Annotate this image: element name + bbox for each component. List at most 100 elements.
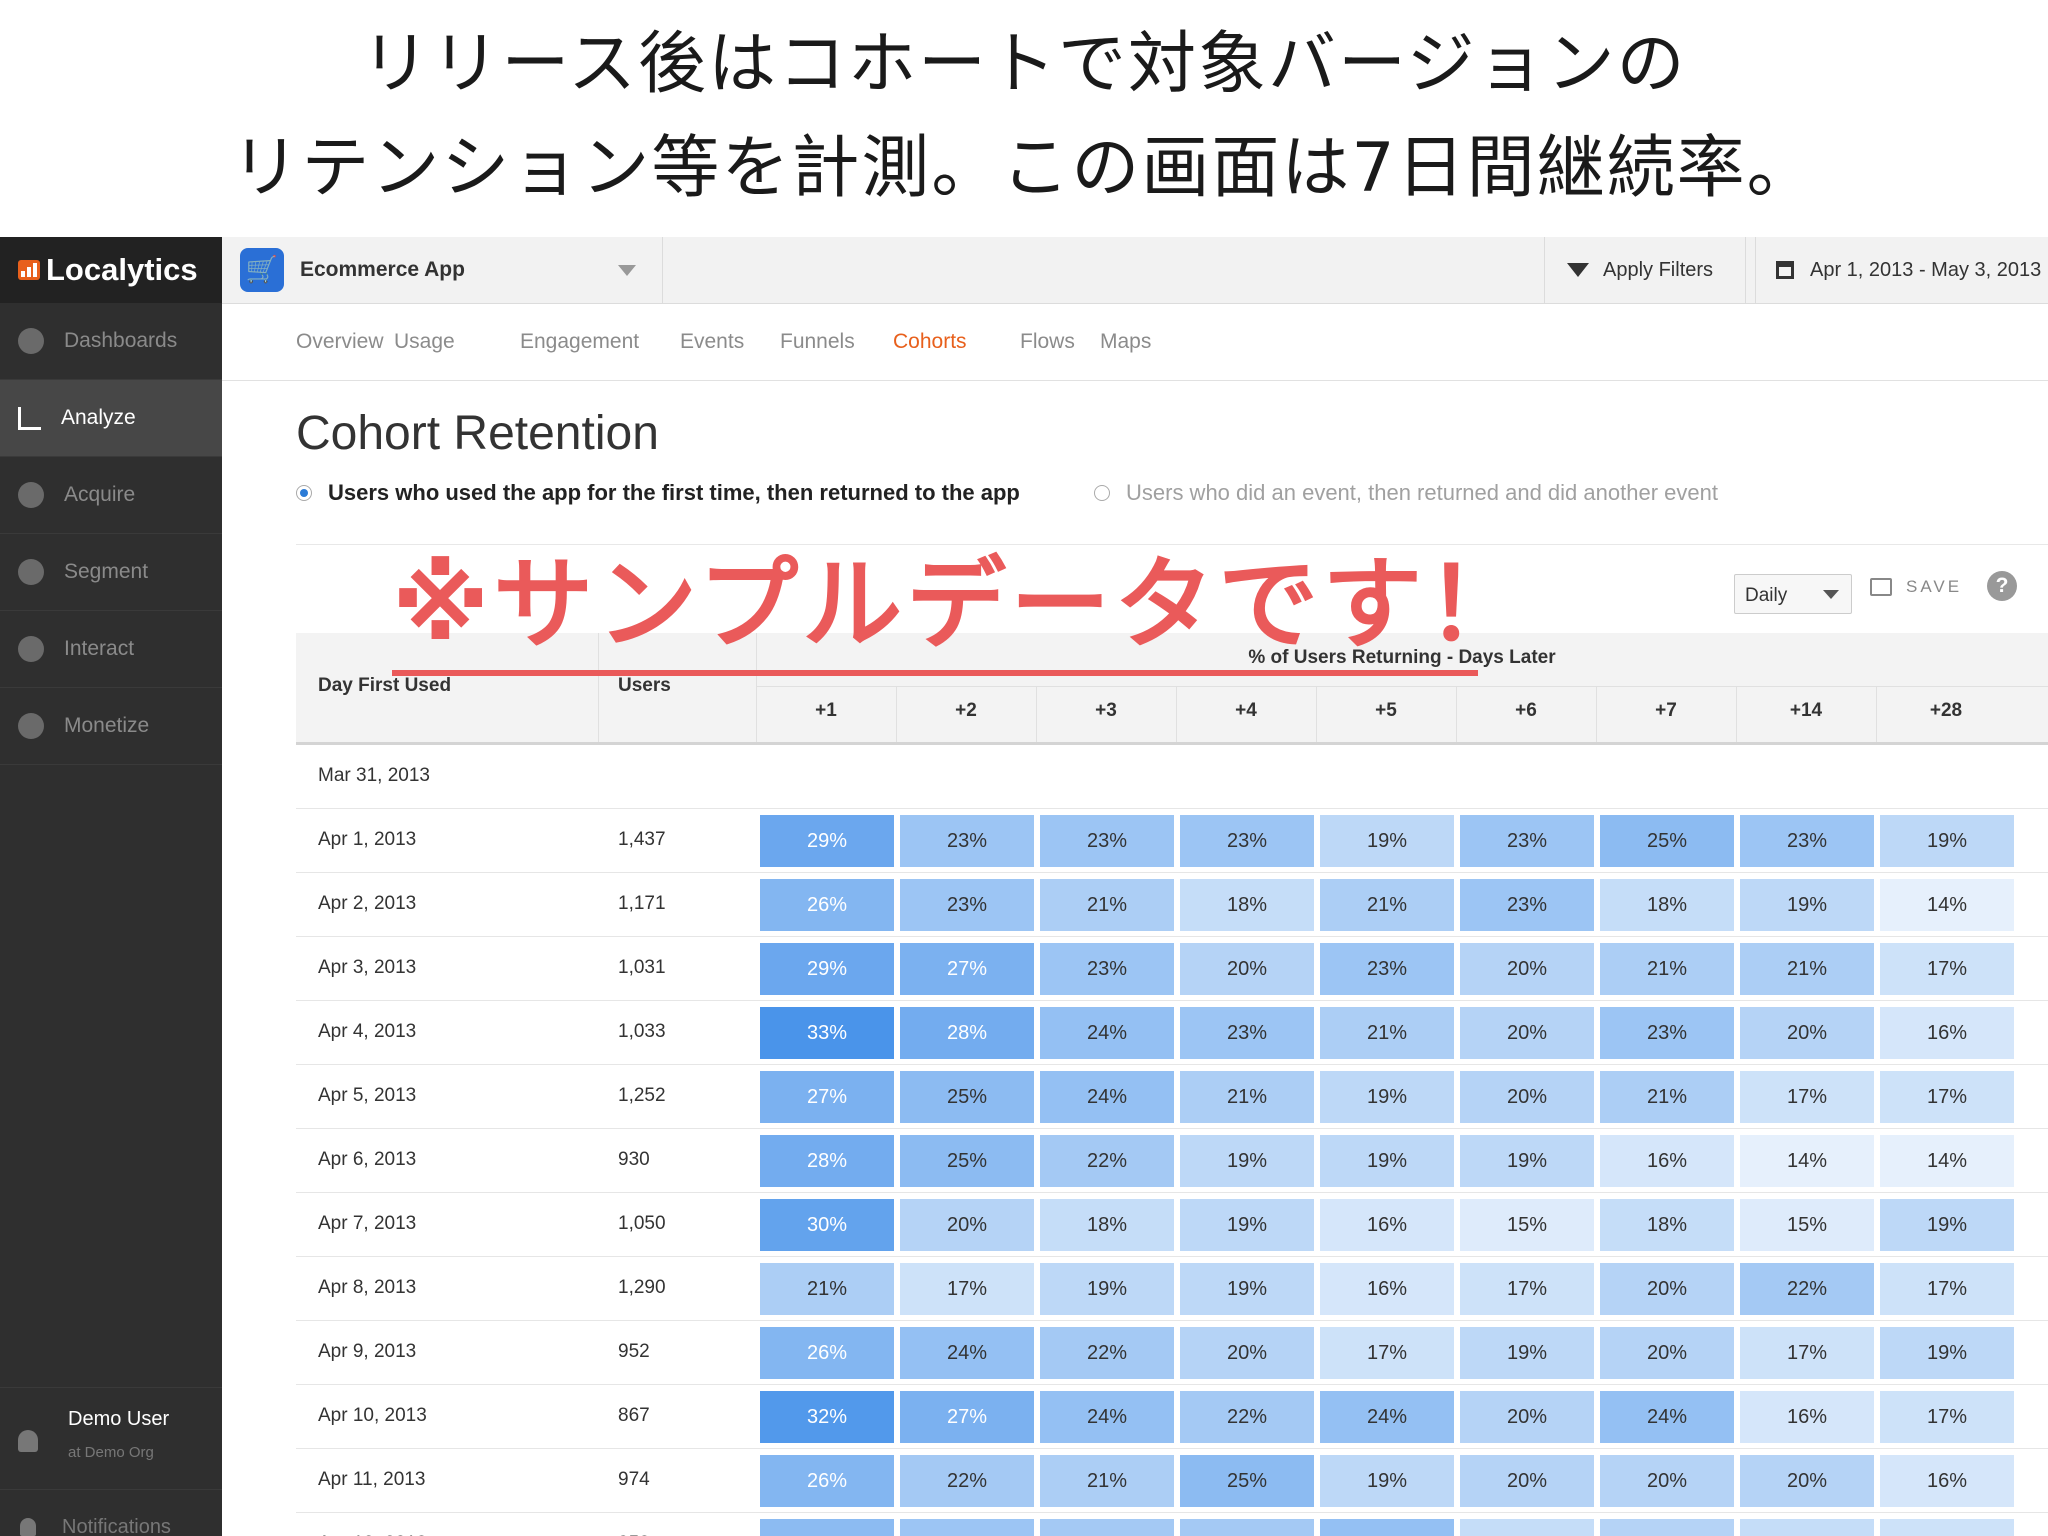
- retention-cell[interactable]: 21%: [760, 1263, 894, 1315]
- sidebar-item-interact[interactable]: Interact: [0, 611, 222, 688]
- retention-cell[interactable]: 21%: [1600, 1071, 1734, 1123]
- retention-cell[interactable]: 17%: [1880, 1263, 2014, 1315]
- retention-cell[interactable]: 21%: [1180, 1071, 1314, 1123]
- tab-events[interactable]: Events: [680, 330, 744, 354]
- retention-cell[interactable]: 23%: [1320, 943, 1454, 995]
- save-button[interactable]: SAVE: [1870, 577, 1962, 597]
- retention-cell[interactable]: 18%: [1180, 879, 1314, 931]
- retention-cell[interactable]: 24%: [1040, 1071, 1174, 1123]
- retention-cell[interactable]: 17%: [1880, 1391, 2014, 1443]
- retention-cell[interactable]: 19%: [1880, 815, 2014, 867]
- retention-cell[interactable]: 17%: [1880, 1071, 2014, 1123]
- retention-cell[interactable]: 19%: [1320, 1071, 1454, 1123]
- retention-cell[interactable]: 19%: [1320, 1135, 1454, 1187]
- retention-cell[interactable]: 19%: [1740, 879, 1874, 931]
- retention-cell[interactable]: 17%: [1460, 1263, 1594, 1315]
- tab-overview[interactable]: Overview: [296, 330, 384, 354]
- notifications-item[interactable]: Notifications: [0, 1489, 222, 1536]
- retention-cell[interactable]: 20%: [1460, 1391, 1594, 1443]
- retention-cell[interactable]: 19%: [1880, 1199, 2014, 1251]
- retention-cell[interactable]: 20%: [1600, 1327, 1734, 1379]
- retention-cell[interactable]: 24%: [1320, 1519, 1454, 1536]
- retention-cell[interactable]: 16%: [1880, 1455, 2014, 1507]
- retention-cell[interactable]: 24%: [1600, 1391, 1734, 1443]
- retention-cell[interactable]: 27%: [760, 1071, 894, 1123]
- retention-cell[interactable]: 22%: [1040, 1135, 1174, 1187]
- retention-cell[interactable]: 21%: [1600, 943, 1734, 995]
- retention-cell[interactable]: 22%: [1740, 1263, 1874, 1315]
- retention-cell[interactable]: 17%: [1320, 1327, 1454, 1379]
- retention-cell[interactable]: 19%: [1460, 1327, 1594, 1379]
- tab-funnels[interactable]: Funnels: [780, 330, 855, 354]
- retention-cell[interactable]: 22%: [1040, 1327, 1174, 1379]
- retention-cell[interactable]: 27%: [900, 943, 1034, 995]
- retention-cell[interactable]: 15%: [1460, 1199, 1594, 1251]
- retention-cell[interactable]: 15%: [1740, 1199, 1874, 1251]
- retention-cell[interactable]: 30%: [760, 1199, 894, 1251]
- app-selector[interactable]: 🛒 Ecommerce App: [222, 237, 663, 303]
- option-event-radio[interactable]: Users who did an event, then returned an…: [1094, 480, 1718, 506]
- retention-cell[interactable]: 19%: [1320, 815, 1454, 867]
- retention-cell[interactable]: 17%: [1880, 943, 2014, 995]
- retention-cell[interactable]: 20%: [1740, 1007, 1874, 1059]
- retention-cell[interactable]: 18%: [1600, 879, 1734, 931]
- retention-cell[interactable]: 25%: [1600, 815, 1734, 867]
- retention-cell[interactable]: 23%: [1040, 943, 1174, 995]
- retention-cell[interactable]: 22%: [1040, 1519, 1174, 1536]
- retention-cell[interactable]: 20%: [1600, 1455, 1734, 1507]
- retention-cell[interactable]: 21%: [1320, 879, 1454, 931]
- retention-cell[interactable]: 19%: [1180, 1199, 1314, 1251]
- retention-cell[interactable]: 25%: [900, 1135, 1034, 1187]
- retention-cell[interactable]: 20%: [1180, 943, 1314, 995]
- retention-cell[interactable]: 19%: [1180, 1135, 1314, 1187]
- sidebar-item-monetize[interactable]: Monetize: [0, 688, 222, 765]
- retention-cell[interactable]: 19%: [1880, 1327, 2014, 1379]
- retention-cell[interactable]: 25%: [760, 1519, 894, 1536]
- tab-engagement[interactable]: Engagement: [520, 330, 639, 354]
- retention-cell[interactable]: 18%: [1600, 1199, 1734, 1251]
- retention-cell[interactable]: 26%: [760, 879, 894, 931]
- retention-cell[interactable]: 24%: [900, 1327, 1034, 1379]
- retention-cell[interactable]: 22%: [900, 1455, 1034, 1507]
- retention-cell[interactable]: 28%: [900, 1007, 1034, 1059]
- interval-select[interactable]: Daily: [1734, 574, 1852, 614]
- retention-cell[interactable]: 23%: [1740, 815, 1874, 867]
- sidebar-item-analyze[interactable]: Analyze: [0, 380, 222, 457]
- retention-cell[interactable]: 17%: [1740, 1327, 1874, 1379]
- retention-cell[interactable]: 21%: [1740, 943, 1874, 995]
- retention-cell[interactable]: 23%: [900, 815, 1034, 867]
- retention-cell[interactable]: 18%: [1040, 1199, 1174, 1251]
- tab-maps[interactable]: Maps: [1100, 330, 1151, 354]
- retention-cell[interactable]: 20%: [1740, 1455, 1874, 1507]
- retention-cell[interactable]: 23%: [900, 879, 1034, 931]
- retention-cell[interactable]: 14%: [1880, 879, 2014, 931]
- retention-cell[interactable]: 16%: [1600, 1135, 1734, 1187]
- retention-cell[interactable]: 24%: [1040, 1391, 1174, 1443]
- retention-cell[interactable]: 19%: [1460, 1135, 1594, 1187]
- retention-cell[interactable]: 20%: [1600, 1263, 1734, 1315]
- retention-cell[interactable]: 29%: [760, 943, 894, 995]
- retention-cell[interactable]: 18%: [1740, 1519, 1874, 1536]
- retention-cell[interactable]: 23%: [1180, 815, 1314, 867]
- retention-cell[interactable]: 16%: [1880, 1007, 2014, 1059]
- retention-cell[interactable]: 17%: [1880, 1519, 2014, 1536]
- retention-cell[interactable]: 20%: [1460, 1071, 1594, 1123]
- retention-cell[interactable]: 22%: [1180, 1391, 1314, 1443]
- retention-cell[interactable]: 25%: [1180, 1455, 1314, 1507]
- retention-cell[interactable]: 21%: [1040, 879, 1174, 931]
- retention-cell[interactable]: 17%: [900, 1263, 1034, 1315]
- retention-cell[interactable]: 19%: [1320, 1455, 1454, 1507]
- retention-cell[interactable]: 33%: [760, 1007, 894, 1059]
- option-first-use-radio[interactable]: Users who used the app for the first tim…: [296, 480, 1020, 506]
- retention-cell[interactable]: 32%: [760, 1391, 894, 1443]
- retention-cell[interactable]: 16%: [1320, 1199, 1454, 1251]
- tab-flows[interactable]: Flows: [1020, 330, 1075, 354]
- retention-cell[interactable]: 25%: [900, 1071, 1034, 1123]
- retention-cell[interactable]: 23%: [900, 1519, 1034, 1536]
- user-menu[interactable]: Demo User at Demo Org: [0, 1387, 222, 1488]
- sidebar-item-segment[interactable]: Segment: [0, 534, 222, 611]
- retention-cell[interactable]: 29%: [760, 815, 894, 867]
- apply-filters-button[interactable]: Apply Filters: [1544, 237, 1746, 303]
- retention-cell[interactable]: 19%: [1040, 1263, 1174, 1315]
- retention-cell[interactable]: 26%: [760, 1455, 894, 1507]
